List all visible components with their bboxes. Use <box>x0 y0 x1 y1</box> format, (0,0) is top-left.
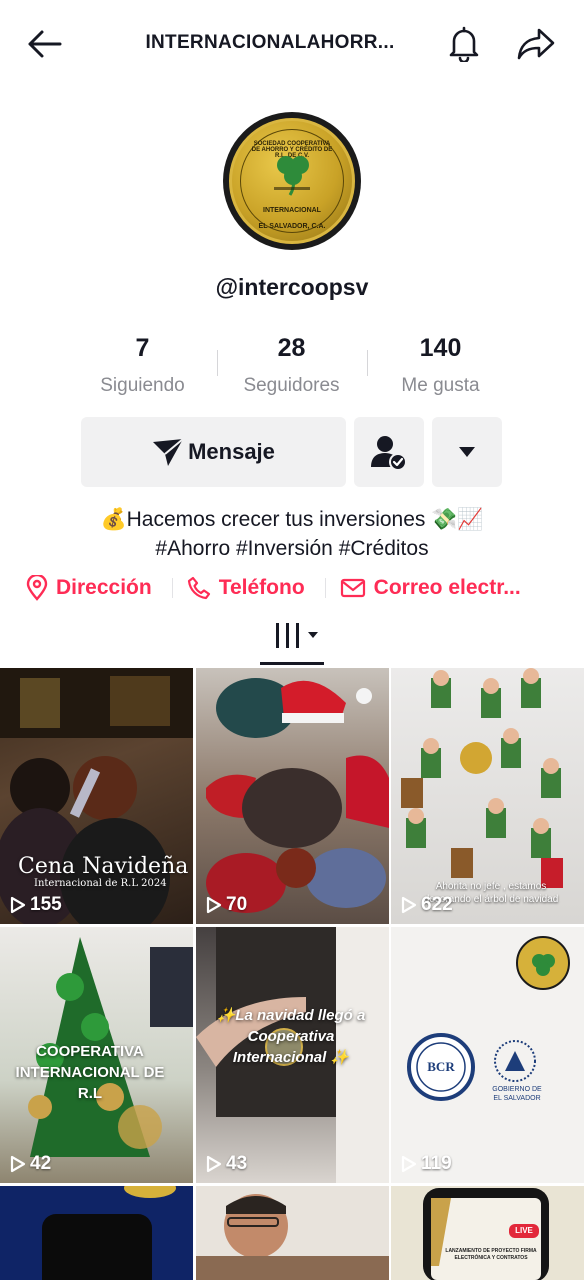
play-icon <box>401 896 417 914</box>
logo-text-mid: INTERNACIONAL <box>263 207 321 214</box>
send-icon <box>153 438 184 466</box>
link-label: Correo electr... <box>373 576 521 599</box>
video-thumbnail <box>407 936 570 1101</box>
play-icon <box>206 896 222 914</box>
divider <box>217 350 218 376</box>
stat-value: 140 <box>419 334 462 362</box>
bell-icon[interactable] <box>444 24 484 64</box>
video-tile[interactable]: LIVE LANZAMIENTO DE PROYECTO FIRMA ELECT… <box>391 1186 584 1280</box>
divider <box>324 578 326 598</box>
contact-links: Dirección Teléfono Correo electr... <box>26 572 566 604</box>
view-count: 119 <box>401 1153 452 1175</box>
top-bar: INTERNACIONALAHORR... <box>0 0 584 90</box>
video-tile[interactable]: Cena Navideña Internacional de R.L 2024 … <box>0 668 193 924</box>
caret-down-icon <box>459 447 475 457</box>
stat-label: Siguiendo <box>100 375 185 396</box>
video-subcaption: Internacional de R.L 2024 <box>34 878 167 889</box>
live-badge: LIVE <box>515 1226 533 1235</box>
view-count: 70 <box>206 894 247 916</box>
profile-stats: 7 Siguiendo 28 Seguidores 140 Me gusta <box>68 334 516 400</box>
play-icon <box>10 896 26 914</box>
grid-columns-icon <box>276 623 318 648</box>
video-tile[interactable]: ✨La navidad llegó a Cooperativa Internac… <box>196 927 389 1183</box>
video-thumbnail <box>196 1186 389 1280</box>
clover-icon <box>274 156 310 196</box>
view-count-value: 70 <box>226 894 248 915</box>
video-caption: LANZAMIENTO DE PROYECTO FIRMA ELECTRÓNIC… <box>445 1248 537 1261</box>
video-thumbnail <box>206 678 389 913</box>
view-count-value: 42 <box>30 1153 52 1174</box>
logo-text-bottom: EL SALVADOR, C.A. <box>258 223 326 230</box>
mail-icon <box>340 578 365 598</box>
video-caption: BCR <box>427 1059 455 1074</box>
arrow-left-icon[interactable] <box>24 26 64 62</box>
view-count: 155 <box>10 894 62 916</box>
video-tile[interactable]: COOPERATIVA INTERNACIONAL DE R.L 42 <box>0 927 193 1183</box>
view-count: 622 <box>401 894 453 916</box>
avatar[interactable]: SOCIEDAD COOPERATIVA DE AHORRO Y CRÉDITO… <box>223 112 361 250</box>
video-tile[interactable]: BCR GOBIERNO DE EL SALVADOR 119 <box>391 927 584 1183</box>
page-title: INTERNACIONALAHORR... <box>145 32 395 53</box>
bio: 💰Hacemos crecer tus inversiones 💸📈 #Ahor… <box>0 505 584 563</box>
content-tabs <box>0 614 584 668</box>
video-thumbnail <box>42 1186 176 1280</box>
view-count: 42 <box>10 1153 51 1175</box>
bio-line: 💰Hacemos crecer tus inversiones 💸📈 <box>100 508 484 531</box>
stat-label: Seguidores <box>243 375 340 396</box>
message-button[interactable]: Mensaje <box>81 417 346 487</box>
video-caption: Cena Navideña <box>18 854 189 879</box>
view-count-value: 622 <box>421 894 453 915</box>
stat-value: 28 <box>277 334 306 362</box>
video-thumbnail <box>423 1188 549 1280</box>
link-label: Dirección <box>56 576 152 599</box>
view-count: 43 <box>206 1153 247 1175</box>
view-count-value: 119 <box>421 1153 452 1174</box>
stat-value: 7 <box>135 334 150 362</box>
video-tile[interactable] <box>0 1186 193 1280</box>
stat-following[interactable]: 7 Siguiendo <box>68 334 217 400</box>
more-options-button[interactable] <box>432 417 502 487</box>
stat-label: Me gusta <box>401 375 480 396</box>
tab-videos[interactable] <box>272 620 324 650</box>
play-icon <box>10 1155 26 1173</box>
username: @intercoopsv <box>215 274 369 300</box>
video-tile[interactable]: 70 <box>196 668 389 924</box>
stat-followers[interactable]: 28 Seguidores <box>217 334 366 400</box>
share-arrow-icon[interactable] <box>514 24 558 64</box>
link-label: Teléfono <box>218 576 305 599</box>
stat-likes[interactable]: 140 Me gusta <box>366 334 515 400</box>
link-email[interactable]: Correo electr... <box>340 576 521 600</box>
view-count-value: 155 <box>30 894 62 915</box>
cooperative-logo: SOCIEDAD COOPERATIVA DE AHORRO Y CRÉDITO… <box>229 118 355 244</box>
location-pin-icon <box>26 575 48 601</box>
video-subcaption: GOBIERNO DE EL SALVADOR <box>492 1086 542 1102</box>
link-address[interactable]: Dirección <box>26 575 152 601</box>
video-tile[interactable] <box>196 1186 389 1280</box>
tab-indicator <box>260 662 324 665</box>
phone-icon <box>187 576 210 600</box>
link-phone[interactable]: Teléfono <box>187 576 305 600</box>
person-check-icon <box>371 436 407 471</box>
divider <box>171 578 173 598</box>
play-icon <box>401 1155 417 1173</box>
divider <box>367 350 368 376</box>
video-tile[interactable]: Ahorita no jefe , estamos decorando el á… <box>391 668 584 924</box>
bio-hashtags: #Ahorro #Inversión #Créditos <box>155 537 429 560</box>
view-count-value: 43 <box>226 1153 248 1174</box>
following-button[interactable] <box>354 417 424 487</box>
message-label: Mensaje <box>188 439 275 464</box>
play-icon <box>206 1155 222 1173</box>
video-caption: COOPERATIVA INTERNACIONAL DE R.L <box>15 1043 165 1102</box>
video-caption: ✨La navidad llegó a Cooperativa Internac… <box>216 1007 366 1066</box>
